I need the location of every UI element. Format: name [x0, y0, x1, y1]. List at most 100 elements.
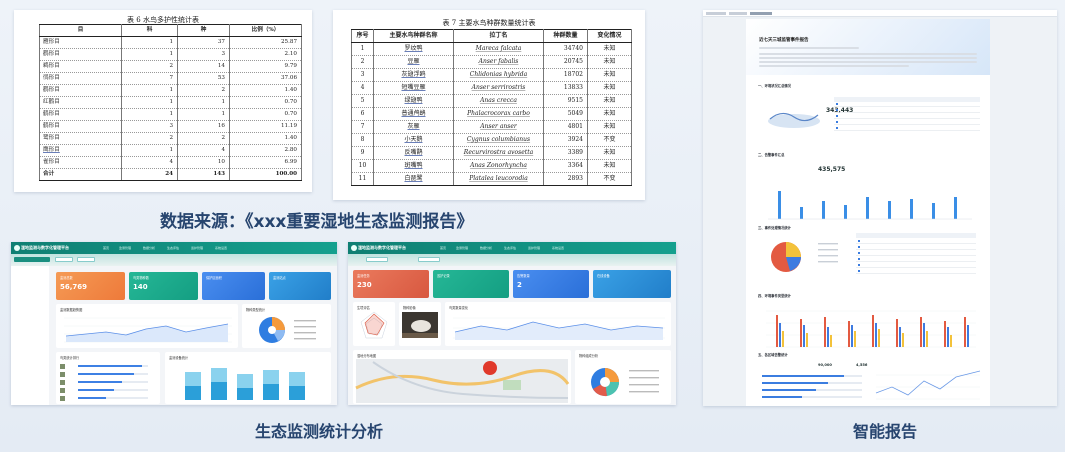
table7-row: 7 灰雁 Anser anser 4801 未知 — [351, 120, 632, 134]
table7-cell: 未知 — [587, 81, 632, 95]
table7-cell: Anas Zonorhyncha — [453, 159, 544, 173]
filter-chip[interactable] — [55, 257, 73, 262]
table7-cell: 短嘴豆雁 — [373, 81, 454, 95]
table7-cell: 不变 — [587, 133, 632, 147]
nav-patrol[interactable]: 巡护管理 — [191, 246, 203, 250]
table6-cell: 鹭形目 — [39, 132, 122, 145]
table6-cell: 合计 — [39, 168, 122, 181]
col-change: 变化情况 — [587, 29, 632, 43]
table6-cell: 1 — [177, 108, 230, 121]
table7-cell: 未知 — [587, 120, 632, 134]
kpi-label: 监测总数 — [60, 276, 73, 280]
table7-cell: 4 — [351, 81, 374, 95]
table6-cell: 2 — [177, 132, 230, 145]
table6-cell: 11.19 — [229, 120, 302, 133]
table6-cell: 7 — [121, 72, 178, 85]
wetland-map[interactable] — [353, 350, 571, 404]
kpi-card[interactable]: 告警数量 2 — [513, 270, 589, 298]
table6-cell: 37 — [177, 36, 230, 49]
kpi-card[interactable]: 在线设备 — [593, 270, 671, 298]
device-bar-card: 监测设备统计 — [165, 352, 331, 404]
kpi-label: 巡护记录 — [437, 274, 450, 278]
dashboard-b-title: 湿地监测与数字化管理平台 — [358, 245, 406, 250]
nav-monitor[interactable]: 监测管理 — [119, 246, 131, 250]
table6-row: 鹈形目 2 14 9.79 — [39, 60, 302, 73]
kpi-card[interactable]: 监测任务 230 — [353, 270, 429, 298]
kpi-card[interactable]: 鸟类物种数 140 — [129, 272, 198, 300]
table7-cell: 灰翅浮鸥 — [373, 68, 454, 82]
species-composition-card: 物种组成分析 — [575, 350, 671, 404]
table7-row: 10 斑嘴鸭 Anas Zonorhyncha 3364 未知 — [351, 159, 632, 173]
species-composition-pie — [591, 368, 659, 397]
table7-cell: 未知 — [587, 42, 632, 56]
table6-cell: 鹈形目 — [39, 60, 122, 73]
table7-cell: 灰雁 — [373, 120, 454, 134]
breadcrumb-item — [706, 12, 726, 15]
kpi-card[interactable]: 巡护记录 — [433, 270, 509, 298]
table6-cell: 1 — [121, 96, 178, 109]
sidebar-tab — [14, 257, 50, 262]
kpi-card[interactable]: 监测总数 56,769 — [56, 272, 125, 300]
table7-cell: 未知 — [587, 107, 632, 121]
dashboard-b-screenshot: 湿地监测与数字化管理平台 首页 监测管理 数据分析 生态评估 巡护管理 系统设置… — [348, 242, 676, 405]
table6-cell: 24 — [121, 168, 178, 181]
nav-home[interactable]: 首页 — [103, 246, 109, 250]
table7-cell: 10 — [351, 159, 374, 173]
kpi-card[interactable]: 监测站点 — [269, 272, 331, 300]
table7-cell: Chlidonias hybrida — [453, 68, 544, 82]
kpi-card[interactable]: 保护区面积 — [202, 272, 265, 300]
nav-patrol[interactable]: 巡护管理 — [528, 246, 540, 250]
table7-cell: 20745 — [543, 55, 588, 69]
table6-cell: 1.40 — [229, 132, 302, 145]
kpi-label: 监测站点 — [273, 276, 286, 280]
table7-caption: 表 7 主要水鸟种群数量统计表 — [442, 19, 536, 27]
table7-cell: 斑嘴鸭 — [373, 159, 454, 173]
table7-cell: 绿翅鸭 — [373, 94, 454, 108]
filter-chip[interactable] — [418, 257, 440, 262]
platform-logo-icon — [351, 245, 357, 251]
table7-cell: 8 — [351, 133, 374, 147]
table6-cell: 1 — [121, 144, 178, 157]
wetland-map-card: 湿地分布地图 — [353, 350, 571, 404]
filter-chip[interactable] — [366, 257, 388, 262]
table7-cell: 1 — [351, 42, 374, 56]
table6-cell: 0.70 — [229, 108, 302, 121]
region-line-chart — [875, 370, 981, 400]
table7-row: 5 绿翅鸭 Anas crecca 9515 未知 — [351, 94, 632, 108]
table6-cell: 鹳形目 — [39, 48, 122, 61]
nav-monitor[interactable]: 监测管理 — [456, 246, 468, 250]
table7-cell: 未知 — [587, 94, 632, 108]
device-bar-chart — [185, 368, 305, 400]
table6-cell: 9.79 — [229, 60, 302, 73]
kpi-label: 保护区面积 — [206, 276, 222, 280]
habitat-radar-chart — [360, 311, 388, 339]
nav-analysis[interactable]: 数据分析 — [143, 246, 155, 250]
report-section-3: 三、事件处理情况统计 — [758, 226, 791, 230]
breadcrumb-item — [750, 12, 772, 15]
nav-settings[interactable]: 系统设置 — [215, 246, 227, 250]
dashboard-a-title: 湿地监测与数字化管理平台 — [21, 245, 69, 250]
report-section-1: 一、环境状况汇总情况 — [758, 84, 791, 88]
table6-cell: 鹤形目 — [39, 108, 122, 121]
table7-cell: Platalea leucorodia — [453, 172, 544, 186]
col-order: 目 — [39, 24, 122, 37]
nav-assess[interactable]: 生态评估 — [167, 246, 179, 250]
table7-cell: 2 — [351, 55, 374, 69]
nav-home[interactable]: 首页 — [440, 246, 446, 250]
filter-chip[interactable] — [77, 257, 95, 262]
nav-assess[interactable]: 生态评估 — [504, 246, 516, 250]
nav-settings[interactable]: 系统设置 — [552, 246, 564, 250]
table7-cell: 反嘴鹬 — [373, 146, 454, 160]
table6-cell: 雀形目 — [39, 156, 122, 169]
table7-cell: Anser fabalis — [453, 55, 544, 69]
species-pie-card: 物种类型统计 — [242, 304, 331, 348]
dashboard-a-topbar: 湿地监测与数字化管理平台 首页 监测管理 数据分析 生态评估 巡护管理 系统设置 — [11, 242, 337, 254]
table6-row: 鹭形目 2 2 1.40 — [39, 132, 302, 145]
nav-analysis[interactable]: 数据分析 — [480, 246, 492, 250]
kpi-value: 56,769 — [60, 283, 88, 291]
table6-cell: 1 — [121, 84, 178, 97]
table6-cell: 16 — [177, 120, 230, 133]
table6-cell: 1.40 — [229, 84, 302, 97]
table6-cell: 1 — [121, 108, 178, 121]
table7-cell: Anser serrirostris — [453, 81, 544, 95]
